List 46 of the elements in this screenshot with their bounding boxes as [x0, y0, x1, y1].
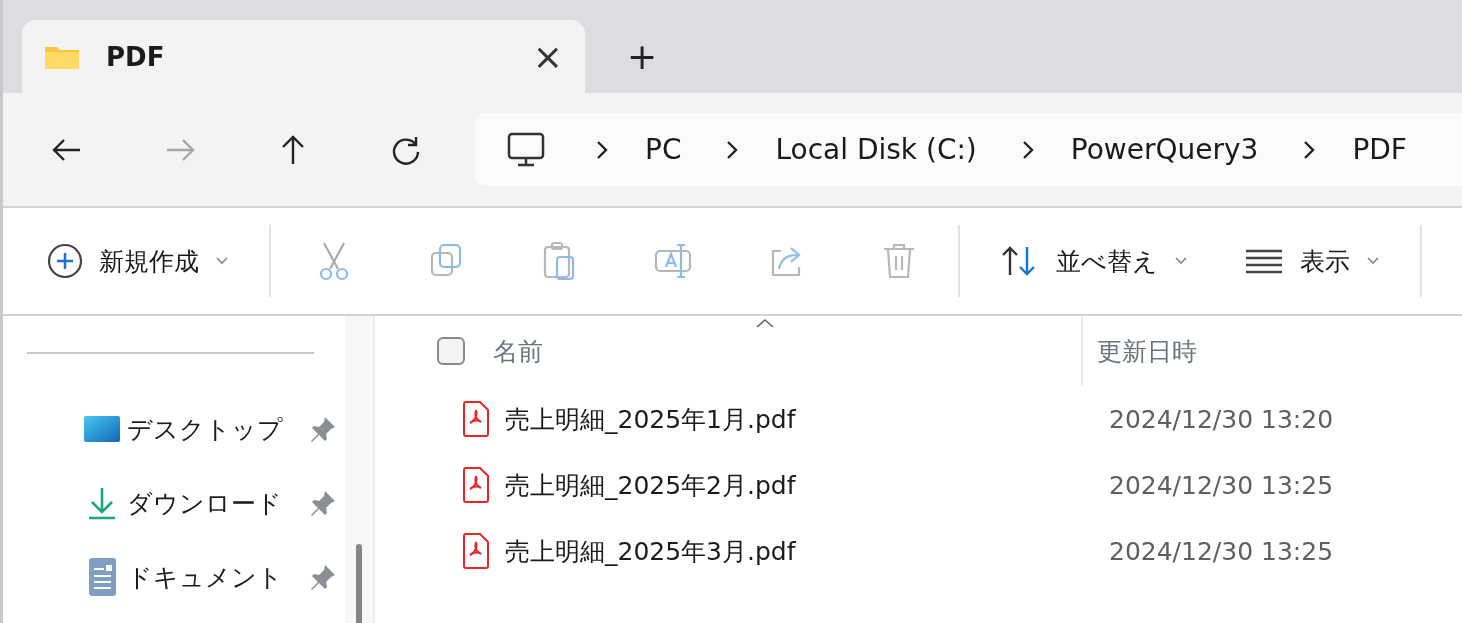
monitor-icon	[507, 131, 545, 168]
modified-date: 2024/12/30 13:20	[1109, 404, 1334, 434]
view-button[interactable]: 表示	[1228, 236, 1396, 286]
pin-icon[interactable]	[309, 489, 337, 517]
chevron-icon	[1302, 138, 1317, 161]
folder-tab[interactable]: PDF ×	[22, 20, 585, 93]
caret-icon	[1366, 256, 1380, 266]
chevron-icon	[595, 138, 609, 161]
sidebar-label: ドキュメント	[127, 561, 284, 594]
breadcrumb-item[interactable]: PDF	[1352, 133, 1407, 166]
select-all-checkbox[interactable]	[437, 337, 465, 365]
modified-date: 2024/12/30 13:25	[1109, 470, 1334, 500]
sidebar-item[interactable]: デスクトップ	[3, 392, 345, 466]
chevron-icon	[1020, 138, 1035, 161]
sort-button[interactable]: 並べ替え	[984, 236, 1204, 286]
sort-caret-icon	[755, 318, 775, 328]
breadcrumb-item[interactable]: Local Disk (C:)	[775, 133, 977, 166]
new-tab-button[interactable]: +	[627, 36, 658, 77]
file-name[interactable]: 売上明細_2025年1月.pdf	[505, 402, 1109, 436]
plus-circle-icon	[47, 243, 83, 279]
tab-title: PDF	[106, 41, 166, 72]
file-name[interactable]: 売上明細_2025年3月.pdf	[505, 534, 1109, 568]
pin-icon[interactable]	[309, 415, 337, 443]
scrollbar-thumb[interactable]	[356, 544, 362, 623]
close-tab-button[interactable]: ×	[532, 38, 563, 75]
breadcrumb-item[interactable]: PC	[645, 133, 682, 166]
caret-icon	[1174, 256, 1188, 266]
name-column-header[interactable]: 名前	[493, 334, 1081, 368]
breadcrumb-item[interactable]: PowerQuery3	[1070, 133, 1259, 166]
modified-date: 2024/12/30 13:25	[1109, 536, 1334, 566]
caret-icon	[215, 256, 229, 266]
desktop-icon	[83, 415, 121, 443]
sidebar-item[interactable]: ダウンロード	[3, 466, 345, 540]
pdf-file-icon	[461, 401, 491, 437]
sidebar-label: デスクトップ	[127, 413, 284, 446]
new-button[interactable]: 新規作成	[31, 235, 245, 287]
sidebar-item[interactable]: ドキュメント	[3, 540, 345, 614]
file-name[interactable]: 売上明細_2025年2月.pdf	[505, 468, 1109, 502]
sidebar-label: ダウンロード	[127, 487, 283, 520]
chevron-icon	[725, 138, 740, 161]
pdf-file-icon	[461, 467, 491, 503]
lines-icon	[1244, 248, 1284, 274]
pdf-file-icon	[461, 533, 491, 569]
address-bar[interactable]: PC Local Disk (C:) PowerQuery3 PDF	[475, 113, 1462, 186]
pin-icon[interactable]	[309, 563, 337, 591]
date-column-header[interactable]: 更新日時	[1081, 316, 1197, 386]
